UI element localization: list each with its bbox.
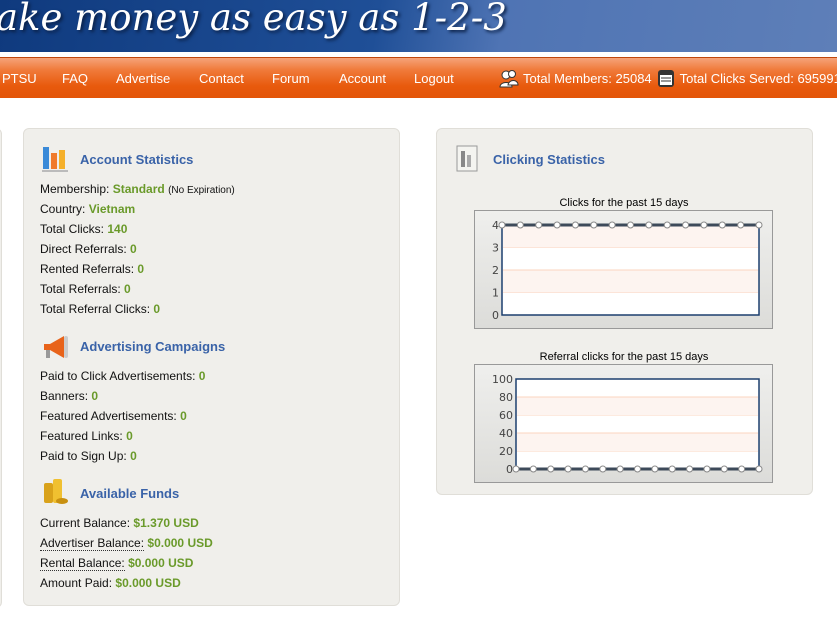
header-banner: ake money as easy as 1-2-3 (0, 0, 837, 52)
y-tick-label: 60 (499, 409, 513, 422)
data-point (564, 465, 572, 473)
slogan: ake money as easy as 1-2-3 (0, 0, 507, 39)
advertiser-balance-row[interactable]: Advertiser Balance: $0.000 USD (40, 536, 213, 551)
data-point (700, 221, 708, 229)
data-point (663, 221, 671, 229)
banners-row: Banners: 0 (40, 389, 99, 403)
total-referrals-row: Total Referrals: 0 (40, 282, 131, 296)
total-members-label: Total Members: (523, 70, 612, 86)
megaphone-icon (44, 336, 68, 358)
total-clicks-label: Total Clicks Served: (679, 70, 794, 86)
grid-band (517, 397, 758, 415)
data-point (581, 465, 589, 473)
y-tick-label: 3 (492, 242, 499, 255)
amount-paid-row: Amount Paid: $0.000 USD (40, 576, 181, 590)
nav-contact[interactable]: Contact (199, 71, 244, 86)
nav-ptsu[interactable]: PTSU (2, 71, 37, 86)
document-chart-icon (456, 145, 478, 172)
data-point (634, 465, 641, 473)
referral-clicks-row: Total Referral Clicks: 0 (40, 302, 161, 316)
data-point (608, 221, 616, 229)
side-panel-edge (0, 128, 2, 608)
featured-ads-row: Featured Advertisements: 0 (40, 409, 187, 423)
advertising-campaigns-title: Advertising Campaigns (80, 339, 226, 354)
data-point (590, 221, 598, 229)
account-stats-title: Account Statistics (80, 152, 194, 167)
y-tick-label: 0 (492, 309, 499, 322)
data-point (571, 221, 579, 229)
bar-chart-icon (42, 147, 68, 172)
data-point (627, 221, 634, 229)
data-point (599, 465, 607, 473)
members-icon (499, 70, 519, 88)
total-clicks-value: 695991 (797, 70, 837, 86)
y-tick-label: 2 (492, 264, 499, 277)
y-tick-label: 40 (499, 427, 513, 440)
data-point (553, 221, 561, 229)
site-stats: Total Members: 25084 Total Clicks Served… (499, 68, 837, 88)
account-panel: Account Statistics Membership: Standard … (23, 128, 400, 606)
featured-links-row: Featured Links: 0 (40, 429, 133, 443)
data-point (720, 465, 728, 473)
y-tick-label: 4 (492, 219, 499, 232)
grid-band (503, 270, 758, 293)
grid-band (517, 433, 758, 451)
chart-title-referral: Referral clicks for the past 15 days (539, 351, 709, 363)
ptsu-row: Paid to Sign Up: 0 (40, 449, 137, 463)
data-point (516, 221, 524, 229)
y-tick-label: 0 (506, 463, 513, 476)
country-row: Country: Vietnam (40, 202, 136, 216)
data-point (645, 221, 653, 229)
y-tick-label: 80 (499, 391, 513, 404)
available-funds-title: Available Funds (80, 486, 180, 501)
data-point (755, 465, 763, 473)
data-point (547, 465, 555, 473)
data-point (535, 221, 543, 229)
direct-referrals-row: Direct Referrals: 0 (40, 242, 137, 256)
coins-icon (44, 479, 68, 504)
ptc-row: Paid to Click Advertisements: 0 (40, 369, 206, 383)
rented-referrals-row: Rented Referrals: 0 (40, 262, 145, 276)
data-point (651, 465, 659, 473)
nav-faq[interactable]: FAQ (62, 71, 88, 86)
total-members-value: 25084 (615, 70, 652, 86)
plot-area (515, 378, 760, 470)
clicking-stats-title: Clicking Statistics (493, 152, 605, 167)
data-point (737, 221, 745, 229)
membership-row: Membership: Standard (No Expiration) (40, 182, 235, 196)
nav-bar: PTSU FAQ Advertise Contact Forum Account… (0, 57, 837, 98)
chart-title-clicks: Clicks for the past 15 days (559, 197, 689, 209)
y-tick-label: 20 (499, 445, 513, 458)
data-point (616, 465, 624, 473)
nav-advertise[interactable]: Advertise (116, 71, 170, 86)
nav-logout[interactable]: Logout (414, 71, 454, 86)
clapboard-icon (657, 70, 674, 87)
y-tick-label: 100 (492, 373, 513, 386)
nav-account[interactable]: Account (339, 71, 386, 86)
clicks-chart: 0 1 2 3 4 (492, 219, 763, 322)
data-point (682, 221, 690, 229)
nav-forum[interactable]: Forum (272, 71, 310, 86)
data-point (718, 221, 726, 229)
data-point (738, 465, 746, 473)
y-tick-label: 1 (492, 287, 499, 300)
data-point (512, 465, 520, 473)
data-point (668, 465, 676, 473)
current-balance-row: Current Balance: $1.370 USD (40, 516, 199, 530)
data-point (703, 465, 711, 473)
rental-balance-row[interactable]: Rental Balance: $0.000 USD (40, 556, 193, 571)
data-point (498, 221, 506, 229)
data-point (686, 465, 694, 473)
data-point (529, 465, 537, 473)
data-point (755, 221, 763, 229)
total-clicks-row: Total Clicks: 140 (40, 222, 128, 236)
referral-chart: 0 20 40 60 80 100 (492, 373, 763, 476)
